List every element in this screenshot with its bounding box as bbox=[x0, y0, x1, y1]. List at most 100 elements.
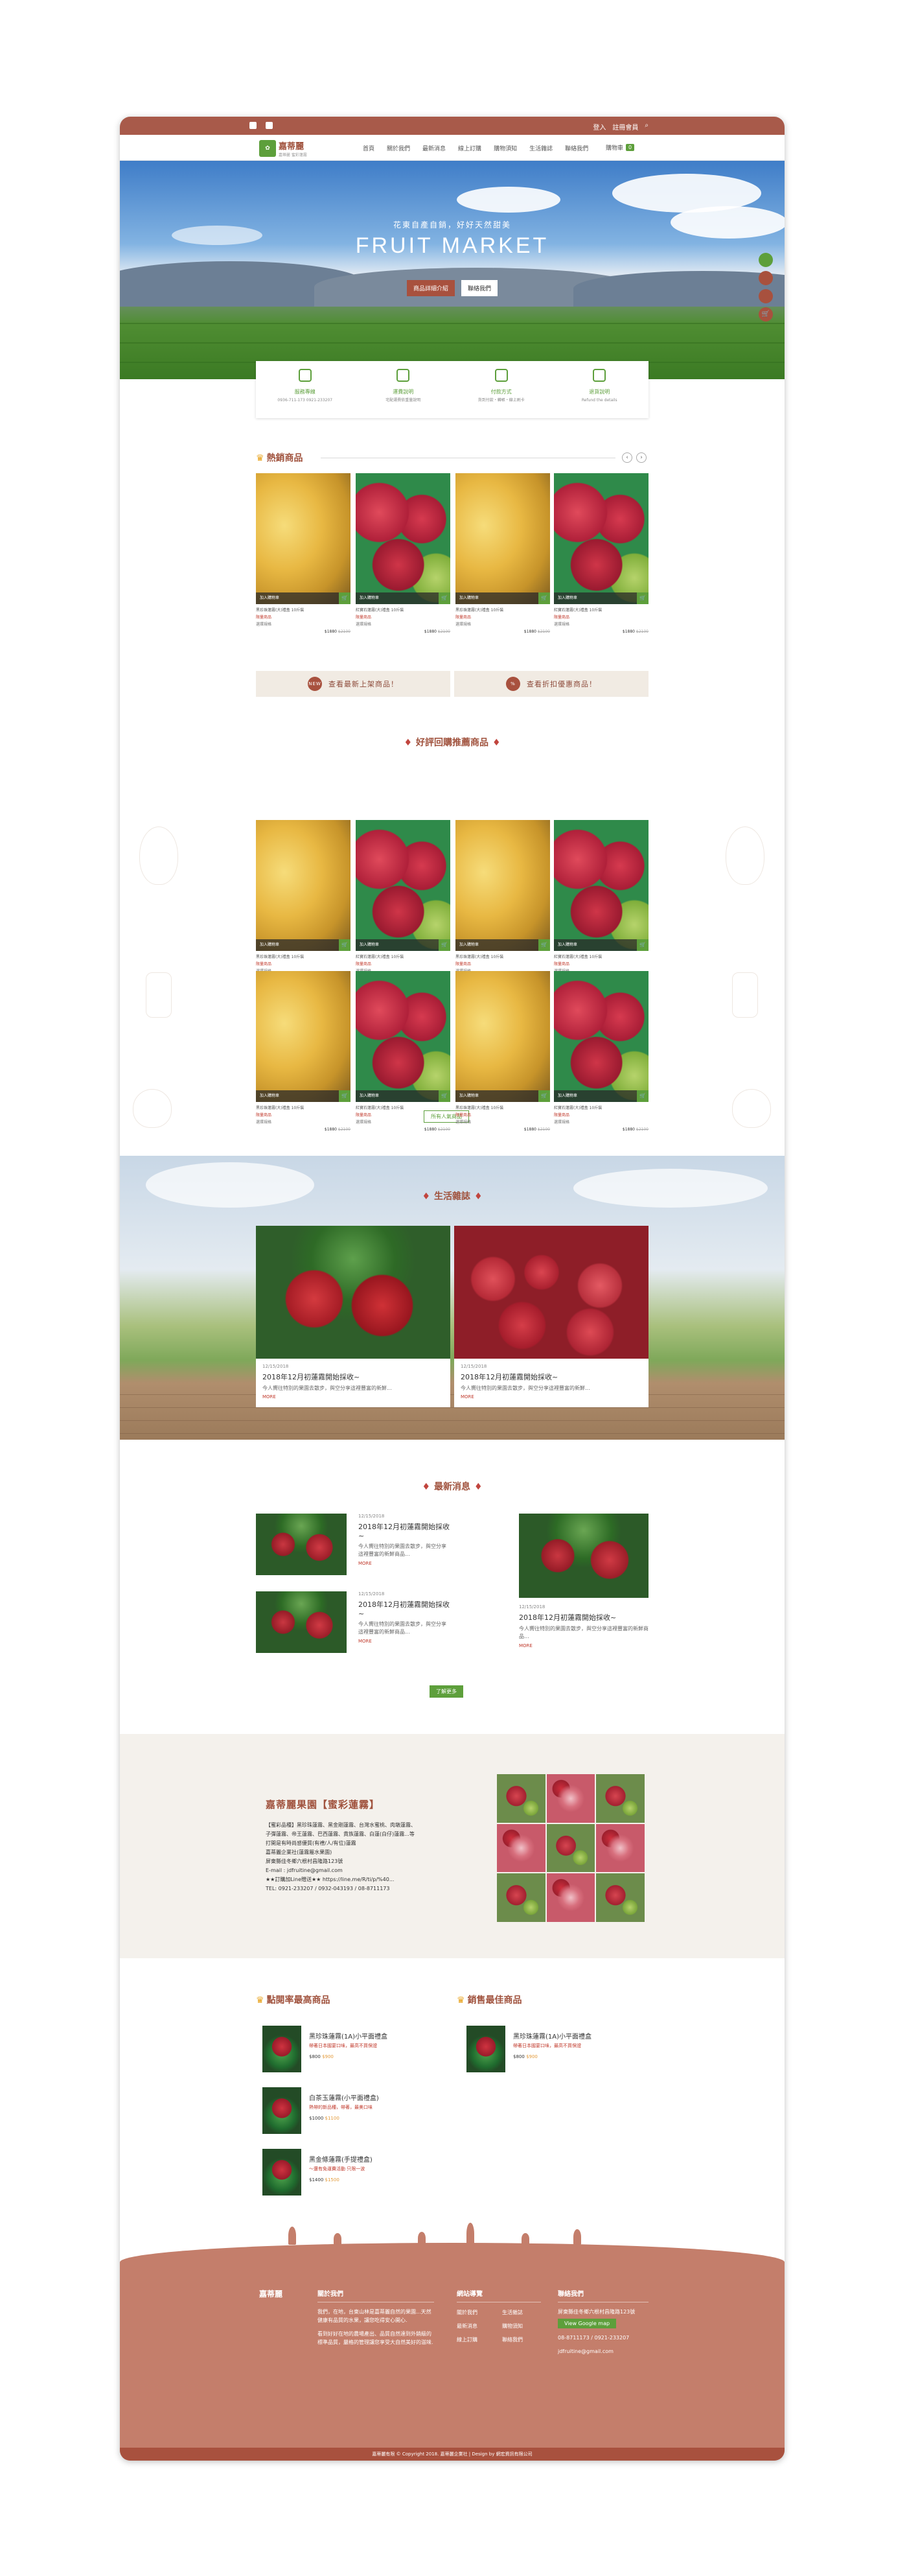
product-card[interactable]: 加入購物車🛒黑珍珠蓮霧(大)禮盒 10斤裝限量商品選擇規格$1880 $2100 bbox=[256, 473, 350, 635]
spec-select[interactable]: 選擇規格 bbox=[455, 621, 550, 627]
spec-select[interactable]: 選擇規格 bbox=[256, 621, 350, 627]
product-tag: 限量商品 bbox=[356, 615, 372, 620]
product-card[interactable]: 加入購物車🛒紅寶石蓮霧(大)禮盒 10斤裝限量商品選擇規格$1880 $2100 bbox=[554, 473, 649, 635]
product-card[interactable]: 加入購物車🛒黑珍珠蓮霧(大)禮盒 10斤裝限量商品選擇規格$1880 $2100 bbox=[455, 473, 550, 635]
more-link[interactable]: MORE bbox=[519, 1643, 649, 1648]
spec-select[interactable]: 選擇規格 bbox=[554, 1119, 649, 1125]
list-item[interactable]: 黑金條蓮霧(手提禮盒) ～還有免運費活動 只限一波 $1400 $1500 bbox=[262, 2149, 437, 2201]
product-card[interactable]: 加入購物車🛒黑珍珠蓮霧(大)禮盒 10斤裝限量商品選擇規格$1880 $2100 bbox=[256, 820, 350, 982]
menu-item-home[interactable]: 首頁 bbox=[363, 144, 374, 152]
footer-link[interactable]: 聯絡我們 bbox=[502, 2336, 541, 2343]
line-float-icon[interactable] bbox=[759, 253, 773, 267]
cart-link[interactable]: 購物車 0 bbox=[606, 143, 635, 152]
footer-link[interactable]: 最新消息 bbox=[457, 2323, 496, 2330]
menu-item-contact[interactable]: 聯絡我們 bbox=[565, 144, 588, 152]
logo[interactable]: ✿ 嘉蒂麗 嘉蒂麗 蜜彩蓮霧 bbox=[259, 139, 307, 158]
register-link[interactable]: 註冊會員 bbox=[612, 122, 638, 132]
menu-item-about[interactable]: 關於我們 bbox=[387, 144, 410, 152]
add-to-cart-bar[interactable]: 加入購物車 🛒 bbox=[554, 592, 649, 604]
search-icon[interactable]: ⌕ bbox=[645, 122, 649, 132]
cart-icon[interactable]: 🛒 bbox=[339, 592, 350, 604]
learn-more-button[interactable]: 了解更多 bbox=[430, 1685, 463, 1698]
product-card[interactable]: 加入購物車🛒紅寶石蓮霧(大)禮盒 10斤裝限量商品選擇規格$1880 $2100 bbox=[356, 820, 450, 982]
add-to-cart-bar[interactable]: 加入購物車 🛒 bbox=[455, 1090, 550, 1102]
magazine-card[interactable]: 12/15/2018 2018年12月初蓮霧開始採收~ 今人嚮往特別的果園去散步… bbox=[256, 1226, 450, 1407]
feature-title: 退貨說明 bbox=[589, 389, 610, 395]
add-to-cart-bar[interactable]: 加入購物車 🛒 bbox=[455, 939, 550, 951]
facebook-icon[interactable] bbox=[249, 122, 257, 129]
more-link[interactable]: MORE bbox=[358, 1561, 450, 1566]
list-item[interactable]: 白茶玉蓮霧(小平面禮盒) 熱帶的新品種，帶著，最美口味 $1000 $1100 bbox=[262, 2087, 437, 2139]
add-to-cart-bar[interactable]: 加入購物車 🛒 bbox=[356, 1090, 450, 1102]
top-bar: 登入 註冊會員 ⌕ bbox=[120, 117, 785, 135]
footer-link[interactable]: 線上訂購 bbox=[457, 2336, 496, 2343]
cart-icon[interactable]: 🛒 bbox=[637, 592, 649, 604]
menu-item-news[interactable]: 最新消息 bbox=[422, 144, 446, 152]
news-item[interactable]: 12/15/2018 2018年12月初蓮霧開始採收~ 今人嚮往特別的果園去散步… bbox=[256, 1591, 450, 1656]
cart-icon[interactable]: 🛒 bbox=[538, 1090, 550, 1102]
product-card[interactable]: 加入購物車🛒紅寶石蓮霧(大)禮盒 10斤裝限量商品選擇規格$1880 $2100 bbox=[554, 971, 649, 1133]
menu-item-shop[interactable]: 線上訂購 bbox=[458, 144, 481, 152]
add-to-cart-bar[interactable]: 加入購物車 🛒 bbox=[356, 939, 450, 951]
cart-icon[interactable]: 🛒 bbox=[538, 592, 550, 604]
add-to-cart-bar[interactable]: 加入購物車 🛒 bbox=[554, 1090, 649, 1102]
product-card[interactable]: 加入購物車🛒黑珍珠蓮霧(大)禮盒 10斤裝限量商品選擇規格$1880 $2100 bbox=[455, 971, 550, 1133]
footer-link[interactable]: 關於我們 bbox=[457, 2309, 496, 2316]
line-icon[interactable] bbox=[266, 122, 273, 129]
cart-icon[interactable]: 🛒 bbox=[439, 1090, 450, 1102]
add-to-cart-bar[interactable]: 加入購物車 🛒 bbox=[455, 592, 550, 604]
about-photo-grid bbox=[497, 1774, 645, 1922]
news-item[interactable]: 12/15/2018 2018年12月初蓮霧開始採收~ 今人嚮往特別的果園去散步… bbox=[256, 1514, 450, 1578]
cart-icon[interactable]: 🛒 bbox=[439, 939, 450, 951]
product-card[interactable]: 加入購物車🛒紅寶石蓮霧(大)禮盒 10斤裝限量商品選擇規格$1880 $2100 bbox=[554, 820, 649, 982]
menu-item-magazine[interactable]: 生活雜誌 bbox=[529, 144, 553, 152]
menu-item-guide[interactable]: 購物須知 bbox=[494, 144, 517, 152]
add-to-cart-bar[interactable]: 加入購物車 🛒 bbox=[356, 592, 450, 604]
spec-select[interactable]: 選擇規格 bbox=[356, 1119, 450, 1125]
add-to-cart-bar[interactable]: 加入購物車 🛒 bbox=[256, 939, 350, 951]
news-item[interactable]: 12/15/2018 2018年12月初蓮霧開始採收~ 今人嚮往特別的果園去散步… bbox=[519, 1514, 649, 1669]
product-tag: 限量商品 bbox=[256, 962, 272, 966]
more-link[interactable]: MORE bbox=[358, 1639, 450, 1644]
list-item[interactable]: 黑珍珠蓮霧(1A)小平面禮盒 帶著日本國宴口味，最高不買保證 $800 $900 bbox=[262, 2026, 437, 2078]
cart-icon[interactable]: 🛒 bbox=[339, 1090, 350, 1102]
product-card[interactable]: 加入購物車🛒黑珍珠蓮霧(大)禮盒 10斤裝限量商品選擇規格$1880 $2100 bbox=[455, 820, 550, 982]
email-icon[interactable]: jdfruitine@gmail.com bbox=[558, 2347, 649, 2356]
spec-select[interactable]: 選擇規格 bbox=[256, 1119, 350, 1125]
cart-float-icon[interactable]: 🛒 bbox=[759, 307, 773, 322]
cart-icon[interactable]: 🛒 bbox=[439, 592, 450, 604]
spec-select[interactable]: 選擇規格 bbox=[356, 621, 450, 627]
google-map-button[interactable]: View Google map bbox=[558, 2319, 617, 2328]
add-to-cart-bar[interactable]: 加入購物車 🛒 bbox=[554, 939, 649, 951]
more-link[interactable]: MORE bbox=[454, 1392, 649, 1399]
product-image: 加入購物車 🛒 bbox=[455, 473, 550, 604]
hero-title: FRUIT MARKET bbox=[355, 233, 549, 258]
list-item[interactable]: 黑珍珠蓮霧(1A)小平面禮盒 帶著日本國宴口味，最高不買保證 $800 $900 bbox=[466, 2026, 641, 2078]
magazine-card[interactable]: 12/15/2018 2018年12月初蓮霧開始採收~ 今人嚮往特別的果園去散步… bbox=[454, 1226, 649, 1407]
cart-icon[interactable]: 🛒 bbox=[339, 939, 350, 951]
next-arrow-icon[interactable]: › bbox=[636, 452, 647, 463]
spec-select[interactable]: 選擇規格 bbox=[455, 1119, 550, 1125]
cart-icon[interactable]: 🛒 bbox=[637, 939, 649, 951]
sale-products-banner[interactable]: % 查看折扣優惠商品！ bbox=[454, 671, 649, 697]
product-tag: 限量商品 bbox=[554, 1113, 570, 1118]
footer-link[interactable]: 生活雜誌 bbox=[502, 2309, 541, 2316]
product-detail-button[interactable]: 商品詳細介紹 bbox=[406, 280, 455, 296]
cart-icon[interactable]: 🛒 bbox=[538, 939, 550, 951]
product-card[interactable]: 加入購物車🛒紅寶石蓮霧(大)禮盒 10斤裝限量商品選擇規格$1880 $2100 bbox=[356, 971, 450, 1133]
instagram-float-icon[interactable] bbox=[759, 271, 773, 285]
login-link[interactable]: 登入 bbox=[593, 122, 606, 132]
footer-link[interactable]: 購物須知 bbox=[502, 2323, 541, 2330]
add-to-cart-bar[interactable]: 加入購物車 🛒 bbox=[256, 1090, 350, 1102]
prev-arrow-icon[interactable]: ‹ bbox=[622, 452, 632, 463]
contact-button[interactable]: 聯絡我們 bbox=[461, 280, 498, 296]
more-link[interactable]: MORE bbox=[256, 1392, 450, 1399]
add-to-cart-bar[interactable]: 加入購物車 🛒 bbox=[256, 592, 350, 604]
facebook-float-icon[interactable] bbox=[759, 289, 773, 303]
cart-icon[interactable]: 🛒 bbox=[637, 1090, 649, 1102]
product-card[interactable]: 加入購物車🛒黑珍珠蓮霧(大)禮盒 10斤裝限量商品選擇規格$1880 $2100 bbox=[256, 971, 350, 1133]
new-products-banner[interactable]: NEW 查看最新上架商品！ bbox=[256, 671, 450, 697]
product-card[interactable]: 加入購物車🛒紅寶石蓮霧(大)禮盒 10斤裝限量商品選擇規格$1880 $2100 bbox=[356, 473, 450, 635]
product-price: $1880 $2100 bbox=[523, 629, 550, 634]
spec-select[interactable]: 選擇規格 bbox=[554, 621, 649, 627]
